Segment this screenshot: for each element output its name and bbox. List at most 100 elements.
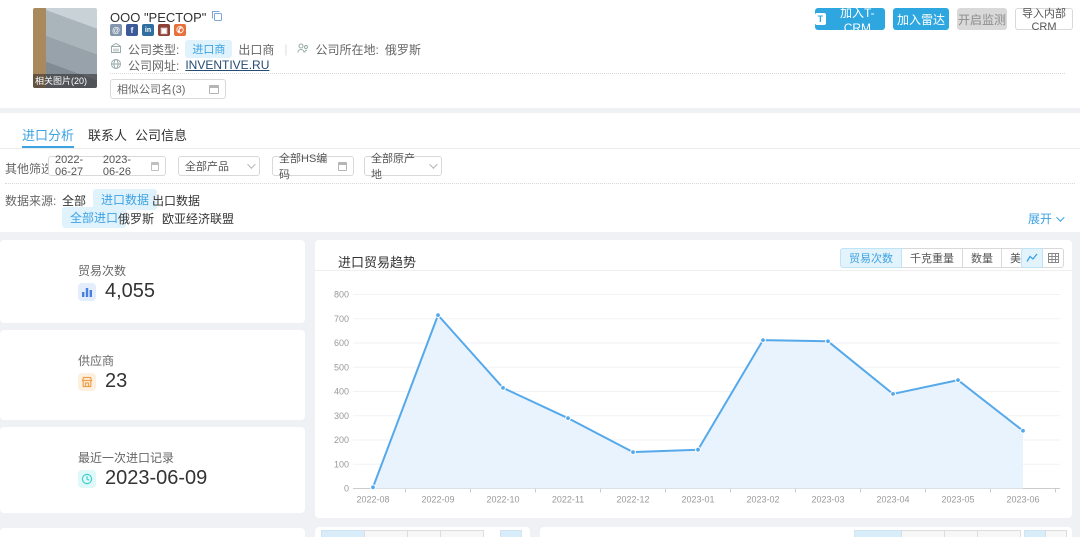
svg-text:2022-08: 2022-08 bbox=[356, 495, 389, 505]
svg-text:100: 100 bbox=[334, 459, 349, 469]
import-trend-chart: 01002003004005006007008002022-082022-092… bbox=[315, 240, 1072, 518]
sub-source-eaeu[interactable]: 欧亚经济联盟 bbox=[162, 210, 234, 227]
company-type-label: 公司类型: bbox=[128, 41, 179, 58]
stat-label: 供应商 bbox=[78, 352, 114, 369]
partial-button[interactable] bbox=[977, 530, 1021, 537]
partial-card-right bbox=[540, 527, 1072, 537]
filter-divider bbox=[5, 183, 1075, 184]
partial-button[interactable] bbox=[500, 530, 522, 537]
partial-button[interactable] bbox=[407, 530, 441, 537]
window-icon bbox=[338, 162, 347, 171]
globe-icon bbox=[110, 58, 122, 73]
stat-value: 23 bbox=[105, 370, 127, 393]
stat-value: 4,055 bbox=[105, 280, 155, 303]
tag-importer[interactable]: 进口商 bbox=[185, 40, 232, 58]
clock-icon bbox=[78, 470, 96, 488]
add-radar-button[interactable]: 加入雷达 bbox=[893, 8, 949, 30]
partial-button[interactable] bbox=[321, 530, 365, 537]
phone-icon[interactable]: ✆ bbox=[174, 24, 186, 36]
partial-view-group bbox=[1025, 530, 1067, 537]
location-label: 公司所在地: bbox=[315, 41, 378, 58]
header-divider bbox=[110, 73, 1065, 74]
photo-caption: 相关图片(20) bbox=[33, 74, 97, 88]
company-photo[interactable]: 相关图片(20) bbox=[33, 8, 97, 88]
partial-button[interactable] bbox=[944, 530, 978, 537]
svg-text:2022-09: 2022-09 bbox=[421, 495, 454, 505]
building-icon bbox=[110, 42, 122, 57]
chevron-down-icon bbox=[1056, 213, 1064, 221]
partial-view-group bbox=[501, 530, 522, 537]
import-crm-button[interactable]: 导入内部CRM bbox=[1015, 8, 1073, 30]
location-value: 俄罗斯 bbox=[385, 41, 421, 58]
date-start: 2022-06-27 bbox=[55, 154, 99, 178]
hs-code-value: 全部HS编码 bbox=[279, 150, 334, 182]
website-row: 公司网址: INVENTIVE.RU bbox=[110, 57, 269, 73]
partial-button[interactable] bbox=[1024, 530, 1046, 537]
partial-toggle-group bbox=[322, 530, 484, 537]
stat-card-last-import: 最近一次进口记录 2023-06-09 bbox=[0, 427, 305, 513]
svg-text:2022-12: 2022-12 bbox=[616, 495, 649, 505]
expand-label: 展开 bbox=[1028, 210, 1052, 227]
origin-value: 全部原产地 bbox=[371, 150, 425, 182]
import-trend-card: 进口贸易趋势 贸易次数 千克重量 数量 美元总价 010020030040050… bbox=[315, 240, 1072, 518]
sub-source-all-import[interactable]: 全部进口 bbox=[62, 207, 126, 228]
similar-companies-select[interactable]: 相似公司名(3) bbox=[110, 79, 226, 99]
partial-card-middle bbox=[315, 527, 530, 537]
product-select[interactable]: 全部产品 bbox=[178, 156, 260, 176]
metric-trade-count-button[interactable]: 贸易次数 bbox=[840, 248, 902, 268]
tabs-divider bbox=[0, 148, 1080, 149]
partial-button[interactable] bbox=[854, 530, 902, 537]
partial-toggle-group bbox=[855, 530, 1021, 537]
svg-text:700: 700 bbox=[334, 314, 349, 324]
svg-text:2022-11: 2022-11 bbox=[552, 495, 584, 505]
window-icon bbox=[209, 85, 219, 94]
copy-icon[interactable] bbox=[211, 10, 223, 25]
partial-button[interactable] bbox=[364, 530, 408, 537]
social-icons: @ f in ▣ ✆ bbox=[110, 24, 186, 36]
website-link[interactable]: INVENTIVE.RU bbox=[185, 58, 269, 72]
location-icon bbox=[297, 42, 309, 57]
svg-text:600: 600 bbox=[334, 338, 349, 348]
tab-import-analysis[interactable]: 进口分析 bbox=[22, 125, 74, 144]
svg-text:2023-06: 2023-06 bbox=[1006, 495, 1039, 505]
tab-company-info[interactable]: 公司信息 bbox=[135, 125, 187, 144]
line-chart-view-icon[interactable] bbox=[1021, 248, 1043, 268]
chevron-down-icon bbox=[429, 160, 437, 168]
svg-text:200: 200 bbox=[334, 435, 349, 445]
facebook-icon[interactable]: f bbox=[126, 24, 138, 36]
instagram-icon[interactable]: ▣ bbox=[158, 24, 170, 36]
import-crm-label: 导入内部CRM bbox=[1016, 5, 1072, 33]
svg-text:300: 300 bbox=[334, 411, 349, 421]
tab-contacts[interactable]: 联系人 bbox=[88, 125, 127, 144]
store-icon bbox=[78, 373, 96, 391]
svg-text:2023-04: 2023-04 bbox=[876, 495, 909, 505]
start-monitor-button[interactable]: 开启监测 bbox=[957, 8, 1007, 30]
svg-text:2023-03: 2023-03 bbox=[811, 495, 844, 505]
at-icon[interactable]: @ bbox=[110, 24, 122, 36]
bar-chart-icon bbox=[78, 283, 96, 301]
partial-button[interactable] bbox=[1045, 530, 1067, 537]
partial-button[interactable] bbox=[440, 530, 484, 537]
data-source-label: 数据来源: bbox=[5, 192, 56, 209]
sub-source-russia[interactable]: 俄罗斯 bbox=[118, 210, 154, 227]
stat-label: 最近一次进口记录 bbox=[78, 449, 174, 466]
expand-link[interactable]: 展开 bbox=[1028, 210, 1062, 227]
stat-card-suppliers: 供应商 23 bbox=[0, 330, 305, 420]
date-range-picker[interactable]: 2022-06-27 2023-06-26 bbox=[48, 156, 166, 176]
company-name: OOO "PECTOP" bbox=[110, 10, 206, 25]
origin-select[interactable]: 全部原产地 bbox=[364, 156, 442, 176]
svg-text:800: 800 bbox=[334, 290, 349, 300]
add-radar-label: 加入雷达 bbox=[897, 11, 945, 28]
stat-card-trade-count: 贸易次数 4,055 bbox=[0, 240, 305, 323]
svg-text:2023-05: 2023-05 bbox=[941, 495, 974, 505]
divider: | bbox=[280, 42, 291, 56]
calendar-icon bbox=[151, 162, 159, 171]
tag-exporter[interactable]: 出口商 bbox=[238, 41, 274, 58]
source-export-data[interactable]: 出口数据 bbox=[152, 192, 200, 209]
hs-code-select[interactable]: 全部HS编码 bbox=[272, 156, 354, 176]
linkedin-icon[interactable]: in bbox=[142, 24, 154, 36]
partial-button[interactable] bbox=[901, 530, 945, 537]
add-tcrm-button[interactable]: T 加入T-CRM bbox=[815, 8, 885, 30]
company-header: 相关图片(20) OOO "PECTOP" @ f in ▣ ✆ 公司类型: 进… bbox=[0, 0, 1080, 108]
partial-card-left bbox=[0, 528, 305, 537]
